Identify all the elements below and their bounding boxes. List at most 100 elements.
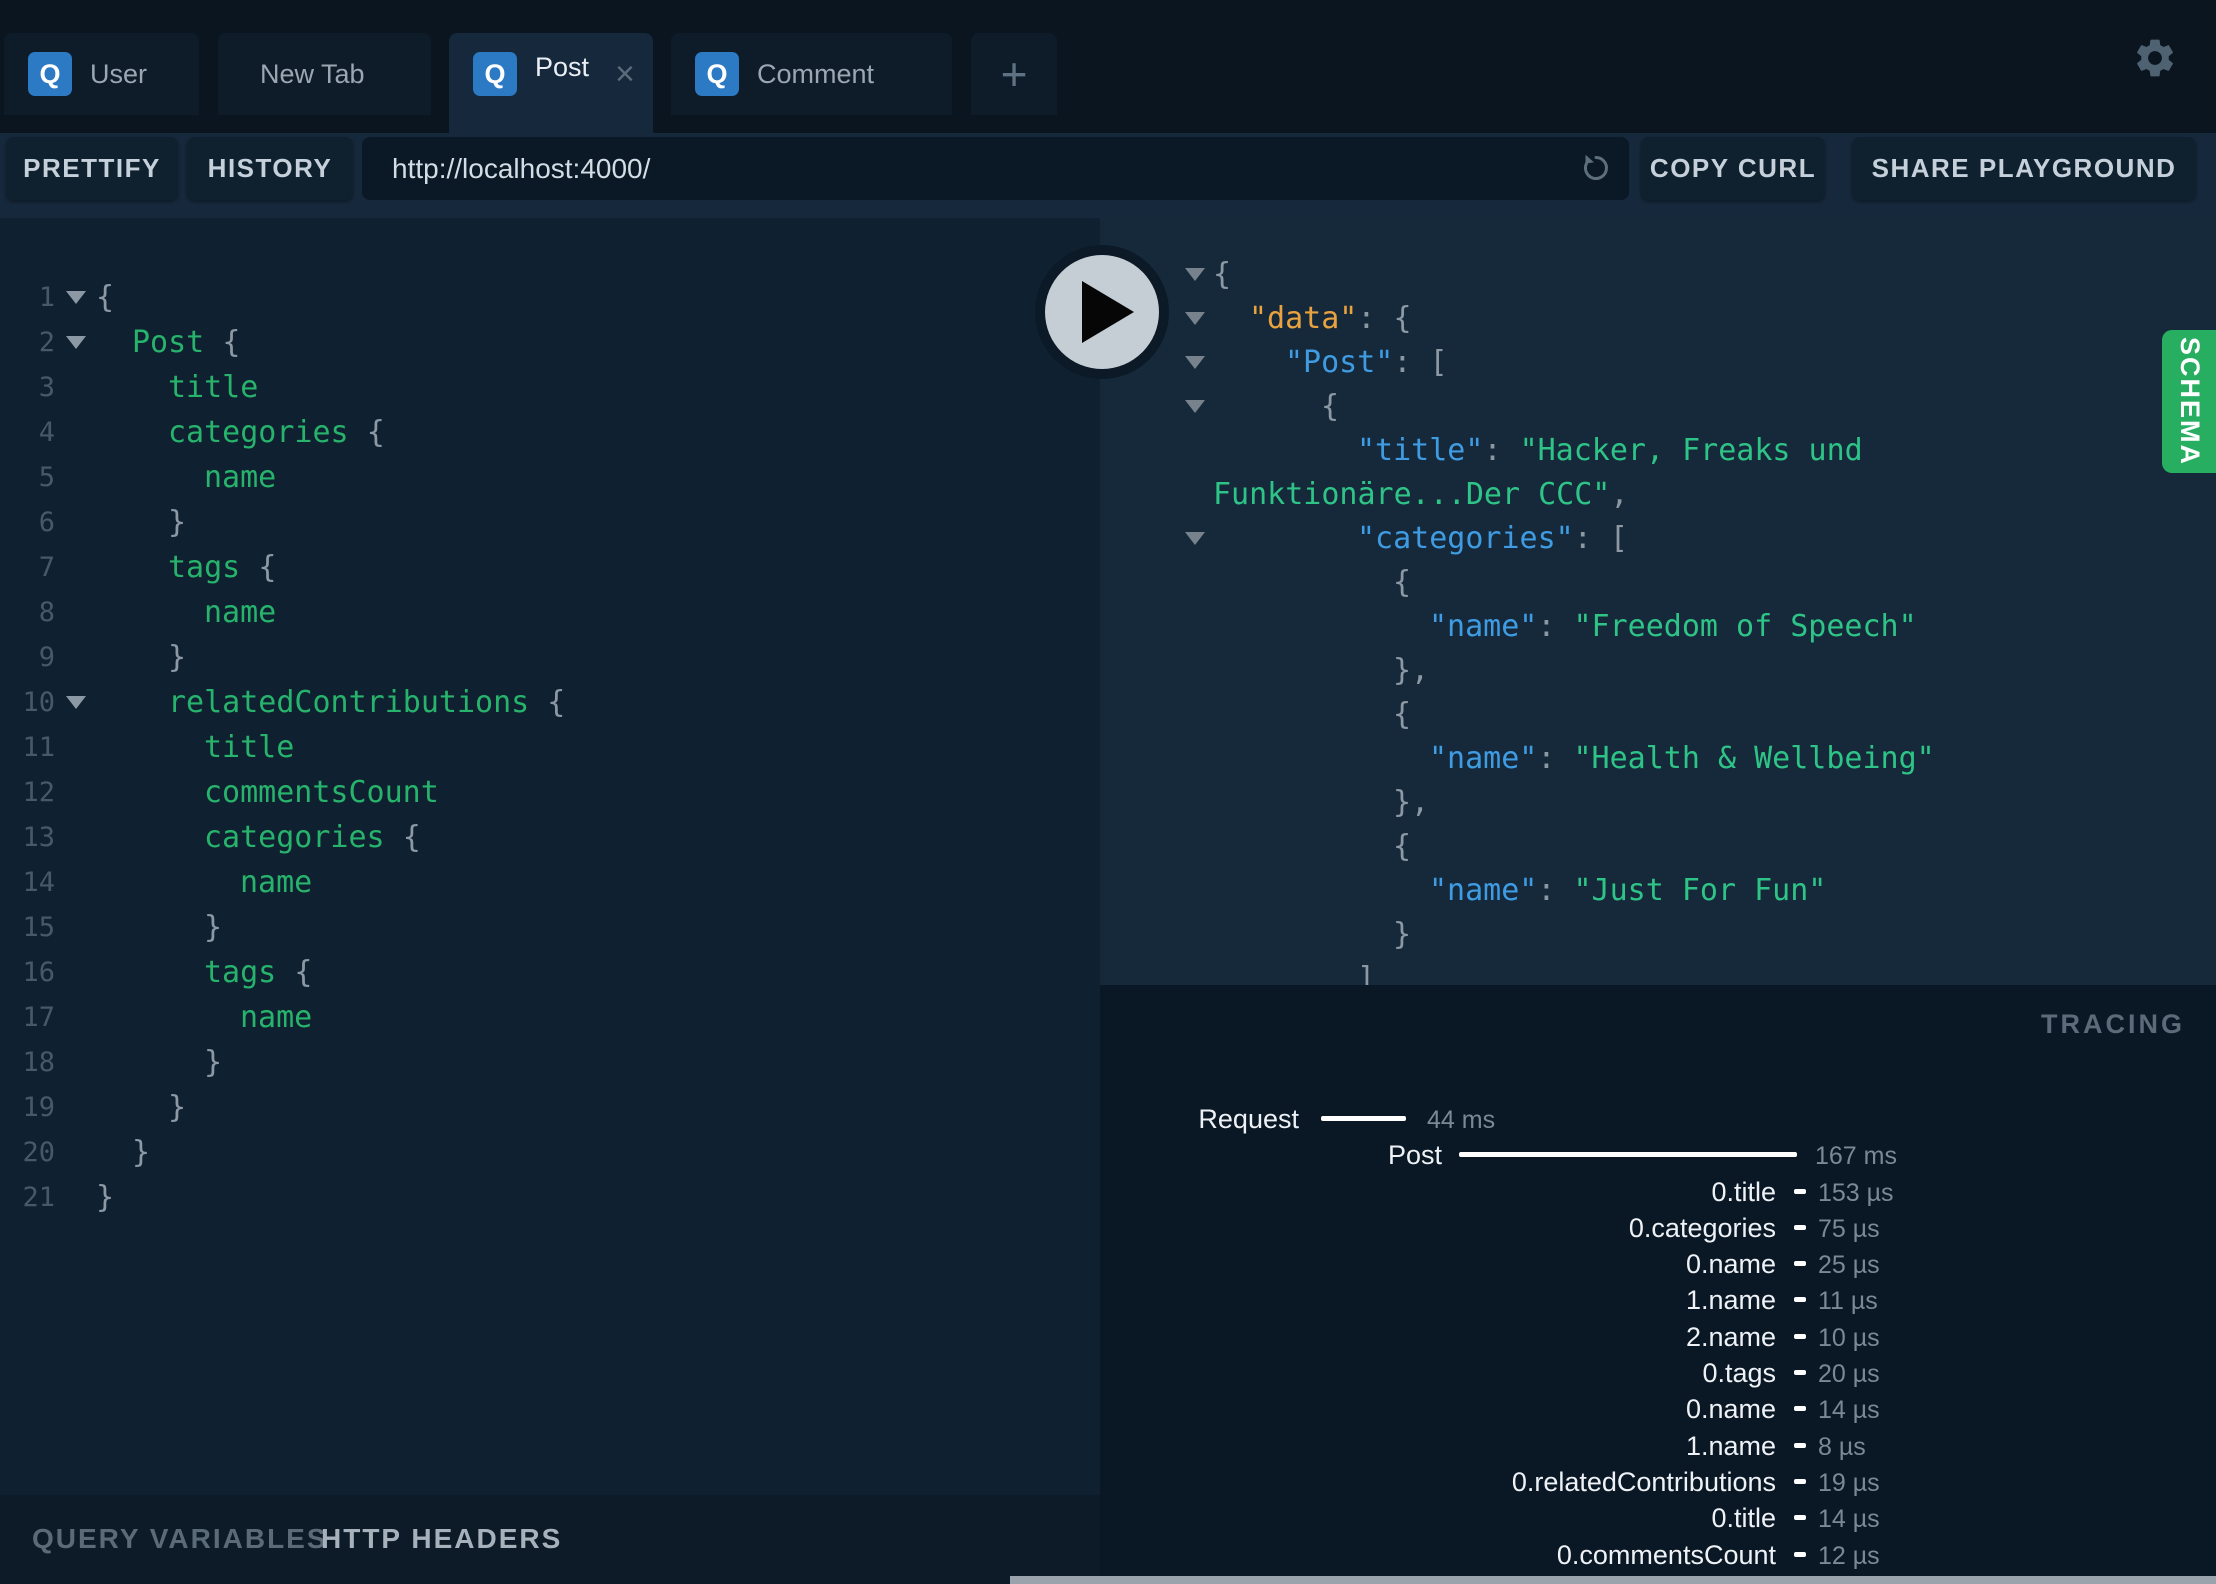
trace-row: 0.commentsCount 12 µs — [1100, 1538, 2216, 1574]
fold-arrow-icon[interactable] — [1185, 311, 1205, 325]
share-playground-button[interactable]: SHARE PLAYGROUND — [1852, 137, 2196, 200]
line-number: 7 — [38, 552, 55, 583]
trace-label: 1.name — [1685, 1285, 1776, 1316]
endpoint-url-input[interactable]: http://localhost:4000/ — [362, 137, 1629, 200]
response-line: { — [1100, 824, 2216, 868]
schema-tab[interactable]: SCHEMA — [2162, 330, 2216, 473]
code-text: "categories": [ — [1357, 520, 1628, 556]
tab-label: Comment — [757, 58, 875, 89]
trace-bar — [1794, 1261, 1806, 1267]
trace-label: Request — [1198, 1104, 1299, 1134]
trace-bar — [1794, 1551, 1806, 1557]
history-button[interactable]: HISTORY — [187, 137, 353, 200]
fold-arrow-icon[interactable] — [1185, 267, 1205, 281]
line-number: 9 — [38, 642, 55, 673]
trace-bar — [1321, 1116, 1406, 1121]
code-text: ] — [1357, 960, 1376, 986]
trace-row: 0.name 25 µs — [1100, 1247, 2216, 1283]
prettify-button[interactable]: PRETTIFY — [6, 137, 178, 200]
close-icon[interactable]: × — [615, 52, 635, 96]
code-text: Post { — [132, 325, 241, 360]
horizontal-scrollbar[interactable] — [1010, 1576, 2216, 1584]
editor-line: 5 name — [0, 455, 1100, 500]
copy-curl-button[interactable]: COPY CURL — [1641, 137, 1825, 200]
line-number: 17 — [22, 1002, 55, 1033]
editor-line: 10 relatedContributions { — [0, 680, 1100, 725]
code-text: "name": "Health & Wellbeing" — [1429, 740, 1935, 776]
trace-label: 1.name — [1685, 1430, 1776, 1461]
trace-label: 0.title — [1711, 1176, 1776, 1207]
trace-time: 19 µs — [1818, 1468, 1880, 1497]
trace-bar — [1794, 1188, 1806, 1194]
trace-time: 75 µs — [1818, 1214, 1880, 1243]
code-text: relatedContributions { — [168, 685, 566, 720]
response-line: }, — [1100, 648, 2216, 692]
trace-label: 0.relatedContributions — [1511, 1466, 1776, 1497]
query-badge-icon: Q — [695, 52, 739, 96]
tab-label: User — [90, 58, 148, 89]
response-line: "name": "Health & Wellbeing" — [1100, 736, 2216, 780]
line-number: 2 — [38, 327, 55, 358]
trace-row: 0.title 153 µs — [1100, 1175, 2216, 1211]
line-number: 19 — [22, 1092, 55, 1123]
add-tab-button[interactable]: + — [971, 33, 1057, 115]
response-line: } — [1100, 912, 2216, 956]
code-text: "name": "Just For Fun" — [1429, 872, 1827, 908]
query-editor-lines: 1{2 Post {3 title 4 categories {5 name 6} 7 tags… — [0, 275, 1100, 1220]
trace-row: 1.name 8 µs — [1100, 1429, 2216, 1465]
code-text: } — [204, 910, 223, 945]
tab-comment[interactable]: Q Comment — [671, 33, 952, 115]
line-number: 14 — [22, 867, 55, 898]
schema-tab-label: SCHEMA — [2174, 336, 2205, 467]
code-text: { — [1321, 388, 1340, 424]
tab-post[interactable]: Q Post × — [449, 33, 653, 133]
editor-line: 11 title — [0, 725, 1100, 770]
line-number: 13 — [22, 822, 55, 853]
toolbar: PRETTIFY HISTORY http://localhost:4000/ … — [0, 133, 2216, 218]
editor-line: 12 commentsCount — [0, 770, 1100, 815]
settings-gear-icon[interactable] — [2132, 35, 2178, 81]
fold-column — [55, 696, 96, 709]
tracing-rows: Request 44 ms Post 167 ms 0.title 153 µs 0.cat… — [1100, 1102, 2216, 1584]
fold-arrow-icon[interactable] — [1185, 399, 1205, 413]
trace-time: 14 µs — [1818, 1396, 1880, 1425]
editor-line: 15} — [0, 905, 1100, 950]
trace-bar — [1794, 1297, 1806, 1303]
trace-row: 0.categories 75 µs — [1100, 1211, 2216, 1247]
response-viewer: {"data": {"Post": [{"title": "Hacker, Fr… — [1100, 218, 2216, 985]
query-editor[interactable]: 1{2 Post {3 title 4 categories {5 name 6} 7 tags… — [0, 218, 1100, 1495]
editor-line: 21} — [0, 1175, 1100, 1220]
editor-line: 14 name — [0, 860, 1100, 905]
line-number: 5 — [38, 462, 55, 493]
line-number: 12 — [22, 777, 55, 808]
reload-icon[interactable] — [1578, 150, 1614, 186]
line-number: 20 — [22, 1137, 55, 1168]
line-number: 18 — [22, 1047, 55, 1078]
fold-arrow-icon[interactable] — [1185, 355, 1205, 369]
trace-time: 12 µs — [1818, 1541, 1880, 1570]
trace-row: 0.name 14 µs — [1100, 1392, 2216, 1428]
http-headers-tab[interactable]: HTTP HEADERS — [321, 1523, 562, 1555]
query-variables-tab[interactable]: QUERY VARIABLES — [32, 1523, 328, 1555]
code-text: } — [168, 505, 187, 540]
fold-column — [55, 291, 96, 304]
trace-label: 2.name — [1685, 1321, 1776, 1352]
fold-arrow-icon[interactable] — [65, 291, 86, 304]
tab-new-tab[interactable]: New Tab — [218, 33, 431, 115]
code-text: categories { — [168, 415, 385, 450]
code-text: } — [168, 1090, 187, 1125]
line-number: 1 — [38, 282, 55, 313]
fold-arrow-icon[interactable] — [65, 336, 86, 349]
fold-arrow-icon[interactable] — [65, 696, 86, 709]
trace-row: 0.relatedContributions 19 µs — [1100, 1465, 2216, 1501]
tab-user[interactable]: Q User — [4, 33, 199, 115]
response-line: "name": "Just For Fun" — [1100, 868, 2216, 912]
query-badge-icon: Q — [473, 52, 517, 96]
editor-line: 20} — [0, 1130, 1100, 1175]
fold-arrow-icon[interactable] — [1185, 531, 1205, 545]
response-lines: {"data": {"Post": [{"title": "Hacker, Fr… — [1100, 252, 2216, 985]
code-text: } — [168, 640, 187, 675]
line-number: 4 — [38, 417, 55, 448]
execute-button[interactable] — [1035, 245, 1169, 379]
trace-label: 0.categories — [1628, 1212, 1776, 1243]
